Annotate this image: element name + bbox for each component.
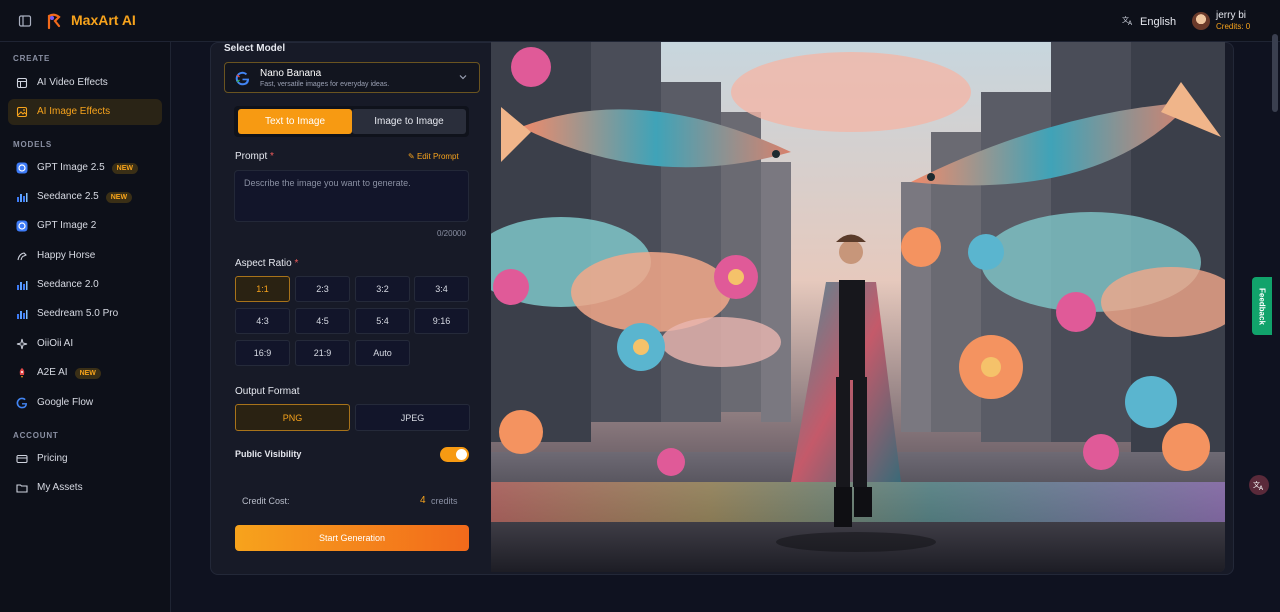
sidebar-item-seedream-5-0-pro[interactable]: Seedream 5.0 Pro <box>8 301 162 327</box>
sidebar-item-gpt-image-2-5[interactable]: GPT Image 2.5 NEW <box>8 155 162 181</box>
video-icon <box>16 77 28 89</box>
sidebar-item-label: OiiOii AI <box>37 338 74 349</box>
aspect-ratio-option[interactable]: 4:5 <box>295 308 350 334</box>
prompt-placeholder: Describe the image you want to generate. <box>244 178 411 188</box>
avatar[interactable] <box>1192 12 1210 30</box>
sidebar-item-seedance-2-5[interactable]: Seedance 2.5 NEW <box>8 184 162 210</box>
new-badge: NEW <box>74 368 101 379</box>
credit-card-icon <box>16 453 28 465</box>
aspect-ratio-option[interactable]: 16:9 <box>235 340 290 366</box>
model-select[interactable]: Nano Banana Fast, versatile images for e… <box>224 62 480 93</box>
sidebar-item-pricing[interactable]: Pricing <box>8 446 162 472</box>
brand-name[interactable]: MaxArt AI <box>71 12 136 28</box>
public-visibility-label: Public Visibility <box>235 449 302 459</box>
section-title-models: MODELS <box>13 140 53 149</box>
sidebar-item-gpt-image-2[interactable]: GPT Image 2 <box>8 213 162 239</box>
tab-text-to-image[interactable]: Text to Image <box>238 109 352 134</box>
sidebar-item-label: My Assets <box>37 482 83 493</box>
openai-icon <box>16 220 28 232</box>
section-title-account: ACCOUNT <box>13 431 59 440</box>
sidebar-item-happy-horse[interactable]: Happy Horse <box>8 243 162 269</box>
model-name: Nano Banana <box>260 68 322 79</box>
prompt-char-counter: 0/20000 <box>437 229 466 238</box>
seedance-icon <box>16 279 28 291</box>
mode-tabs: Text to Image Image to Image <box>234 106 469 137</box>
output-format-label: Output Format <box>235 386 300 397</box>
aspect-ratio-option[interactable]: 3:2 <box>355 276 410 302</box>
svg-text:A: A <box>1128 20 1133 26</box>
aspect-ratio-option[interactable]: 1:1 <box>235 276 290 302</box>
credit-cost-label: Credit Cost: <box>242 496 290 506</box>
sidebar-item-a2e-ai[interactable]: A2E AI NEW <box>8 360 162 386</box>
sidebar-item-label: AI Image Effects <box>37 106 111 117</box>
aspect-ratio-label: Aspect Ratio * <box>235 258 299 269</box>
openai-icon <box>16 162 28 174</box>
chevron-down-icon <box>459 73 467 83</box>
sidebar-item-seedance-2-0[interactable]: Seedance 2.0 <box>8 272 162 298</box>
edit-prompt-link[interactable]: ✎ Edit Prompt <box>408 152 459 161</box>
public-visibility-toggle[interactable] <box>440 447 469 462</box>
user-name[interactable]: jerry bi <box>1216 10 1246 21</box>
top-bar: MaxArt AI 文A English jerry bi Credits: 0 <box>0 0 1280 42</box>
sidebar-item-label: GPT Image 2 <box>37 220 97 231</box>
seedance-icon <box>16 191 28 203</box>
image-icon <box>16 106 28 118</box>
format-option-png[interactable]: PNG <box>235 404 350 431</box>
sidebar-item-label: GPT Image 2.5 NEW <box>37 162 138 174</box>
sparkle-icon <box>16 338 28 350</box>
new-badge: NEW <box>111 163 138 174</box>
sidebar-item-label: Happy Horse <box>37 250 96 261</box>
sidebar-item-label: Pricing <box>37 453 68 464</box>
select-model-label: Select Model <box>224 43 286 54</box>
pencil-icon: ✎ <box>408 152 415 161</box>
seedream-icon <box>16 308 28 320</box>
prompt-input[interactable]: Describe the image you want to generate. <box>234 170 469 222</box>
translate-icon: 文A <box>1122 14 1134 29</box>
toggle-knob <box>456 449 467 460</box>
prompt-label: Prompt * <box>235 151 274 162</box>
format-option-jpeg[interactable]: JPEG <box>355 404 470 431</box>
svg-text:A: A <box>1259 485 1264 491</box>
sidebar-item-label: Seedance 2.5 NEW <box>37 191 133 203</box>
page-scrollbar[interactable] <box>1272 34 1278 112</box>
language-label: English <box>1140 15 1177 28</box>
sidebar-item-ai-image-effects[interactable]: AI Image Effects <box>8 99 162 125</box>
aspect-ratio-option[interactable]: 21:9 <box>295 340 350 366</box>
sidebar-item-ai-video-effects[interactable]: AI Video Effects <box>8 70 162 96</box>
google-icon <box>16 397 28 409</box>
language-selector[interactable]: 文A English <box>1122 14 1176 29</box>
sidebar-item-label: AI Video Effects <box>37 77 108 88</box>
sidebar-item-my-assets[interactable]: My Assets <box>8 475 162 501</box>
credits-balance: Credits: 0 <box>1216 22 1251 31</box>
new-badge: NEW <box>105 192 133 203</box>
sidebar-item-oiioii-ai[interactable]: OiiOii AI <box>8 331 162 357</box>
aspect-ratio-option[interactable]: 9:16 <box>414 308 469 334</box>
sidebar-item-label: Seedream 5.0 Pro <box>37 308 119 319</box>
sidebar-item-label: A2E AI NEW <box>37 367 101 379</box>
tab-image-to-image[interactable]: Image to Image <box>352 109 466 134</box>
sidebar-toggle-icon[interactable] <box>18 14 32 28</box>
sidebar-item-google-flow[interactable]: Google Flow <box>8 390 162 416</box>
feedback-tab[interactable]: Feedback <box>1252 277 1272 335</box>
aspect-ratio-option[interactable]: 5:4 <box>355 308 410 334</box>
credit-cost-unit: credits <box>431 496 458 506</box>
google-icon <box>235 71 250 89</box>
brand-logo-icon <box>46 12 62 30</box>
sidebar: CREATE AI Video Effects AI Image Effects… <box>0 42 171 612</box>
sidebar-item-label: Seedance 2.0 <box>37 279 99 290</box>
section-title-create: CREATE <box>13 54 51 63</box>
start-generation-button[interactable]: Start Generation <box>235 525 469 551</box>
credit-cost-value: 4 <box>420 495 426 506</box>
aspect-ratio-option[interactable]: 2:3 <box>295 276 350 302</box>
aspect-ratio-option[interactable]: Auto <box>355 340 410 366</box>
preview-image <box>491 42 1225 572</box>
translate-fab-icon[interactable]: 文A <box>1249 475 1269 495</box>
aspect-ratio-option[interactable]: 4:3 <box>235 308 290 334</box>
sidebar-item-label: Google Flow <box>37 397 94 408</box>
folder-icon <box>16 482 28 494</box>
model-description: Fast, versatile images for everyday idea… <box>260 81 390 88</box>
horse-icon <box>16 250 28 262</box>
rocket-icon <box>16 367 28 379</box>
aspect-ratio-option[interactable]: 3:4 <box>414 276 469 302</box>
